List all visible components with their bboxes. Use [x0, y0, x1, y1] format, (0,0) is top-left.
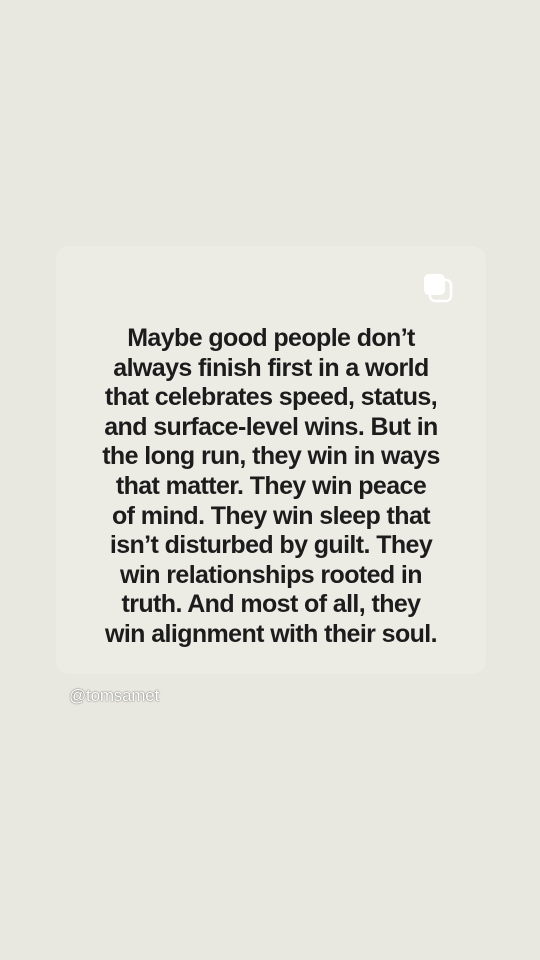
quote-line: and surface-level wins. But in — [104, 412, 438, 441]
quote-line: truth. And most of all, they — [121, 590, 422, 619]
quote-line: win relationships rooted in — [120, 560, 422, 589]
quote-line: win alignment with their soul. — [104, 619, 438, 648]
quote-line: that celebrates speed, status, — [104, 383, 438, 412]
quote-line: Maybe good people don’t — [127, 324, 415, 352]
quote-line: the long run, they win in ways — [102, 442, 440, 471]
quote-text: Maybe good people don’t always finish fi… — [66, 324, 476, 650]
quote-line: isn’t disturbed by guilt. They — [109, 531, 433, 560]
post-card[interactable]: Maybe good people don’t always finish fi… — [56, 246, 486, 674]
multiple-images-icon — [424, 274, 453, 303]
quote-line: that matter. They win peace — [115, 471, 427, 500]
author-handle[interactable]: @tomsamet — [69, 686, 159, 706]
quote-line: of mind. They win sleep that — [112, 501, 431, 530]
quote-line: always finish first in a world — [113, 353, 429, 382]
